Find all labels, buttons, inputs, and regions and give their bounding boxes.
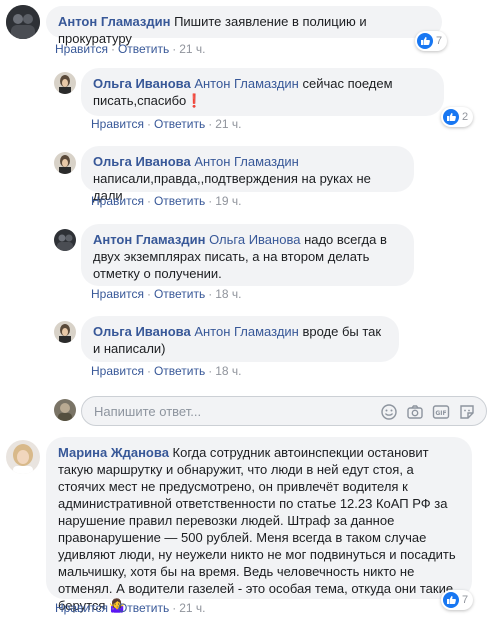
comment-actions: Нравится · Ответить · 21 ч. — [91, 117, 242, 131]
sticker-icon[interactable] — [458, 403, 476, 421]
comment-bubble: Антон Гламаздин Ольга Иванова надо всегд… — [81, 224, 414, 286]
gif-icon[interactable]: GIF — [432, 403, 450, 421]
comment-bubble: Ольга Иванова Антон Гламаздин сейчас пое… — [81, 68, 444, 116]
like-icon — [417, 33, 433, 49]
reply-link[interactable]: Ответить — [118, 601, 169, 615]
reply-link[interactable]: Ответить — [118, 42, 169, 56]
mention-link[interactable]: Антон Гламаздин — [194, 154, 299, 169]
timestamp[interactable]: 18 ч. — [215, 364, 241, 378]
timestamp[interactable]: 18 ч. — [215, 287, 241, 301]
avatar[interactable] — [6, 440, 40, 474]
like-link[interactable]: Нравится — [55, 42, 108, 56]
comment-bubble: Марина Жданова Когда сотрудник автоинспе… — [46, 437, 472, 613]
comment-author[interactable]: Ольга Иванова — [93, 76, 191, 91]
comment-author[interactable]: Антон Гламаздин — [93, 232, 205, 247]
camera-icon[interactable] — [406, 403, 424, 421]
avatar[interactable] — [6, 5, 40, 39]
svg-text:GIF: GIF — [435, 410, 446, 417]
reaction-number: 2 — [462, 111, 469, 123]
reaction-number: 7 — [462, 594, 469, 606]
mention-link[interactable]: Антон Гламаздин — [194, 76, 299, 91]
comment-bubble: Ольга Иванова Антон Гламаздин написали,п… — [81, 146, 414, 203]
like-link[interactable]: Нравится — [91, 194, 144, 208]
profile-photo-icon — [54, 321, 76, 343]
avatar[interactable] — [54, 152, 76, 174]
like-icon — [443, 109, 459, 125]
like-icon — [443, 592, 459, 608]
comment-actions: Нравится · Ответить · 18 ч. — [91, 364, 242, 378]
comment-bubble: Антон Гламаздин Пишите заявление в полиц… — [46, 6, 442, 46]
reply-input[interactable]: Напишите ответ... GIF — [81, 396, 487, 426]
comment-text: Когда сотрудник автоинспекции остановит … — [58, 445, 456, 613]
comment-author[interactable]: Марина Жданова — [58, 445, 169, 460]
like-link[interactable]: Нравится — [91, 364, 144, 378]
exclamation-emoji: ❗ — [186, 93, 203, 108]
reply-link[interactable]: Ответить — [154, 117, 205, 131]
mention-link[interactable]: Антон Гламаздин — [194, 324, 299, 339]
comment-author[interactable]: Ольга Иванова — [93, 154, 191, 169]
comment-actions: Нравится · Ответить · 18 ч. — [91, 287, 242, 301]
timestamp[interactable]: 19 ч. — [215, 194, 241, 208]
reaction-number: 7 — [436, 35, 443, 47]
comment-author[interactable]: Антон Гламаздин — [58, 14, 170, 29]
comment-actions: Нравится · Ответить · 19 ч. — [91, 194, 242, 208]
mention-link[interactable]: Ольга Иванова — [209, 232, 300, 247]
avatar[interactable] — [54, 72, 76, 94]
comment-bubble: Ольга Иванова Антон Гламаздин вроде бы т… — [81, 316, 399, 362]
reaction-count[interactable]: 7 — [441, 590, 474, 610]
reply-link[interactable]: Ответить — [154, 287, 205, 301]
reply-placeholder: Напишите ответ... — [94, 404, 202, 419]
reaction-count[interactable]: 7 — [415, 31, 448, 51]
avatar[interactable] — [54, 229, 76, 251]
comment-author[interactable]: Ольга Иванова — [93, 324, 191, 339]
profile-photo-icon — [54, 399, 76, 421]
avatar — [54, 399, 76, 421]
comment-actions: Нравится · Ответить · 21 ч. — [55, 601, 206, 615]
like-link[interactable]: Нравится — [55, 601, 108, 615]
reply-link[interactable]: Ответить — [154, 194, 205, 208]
reaction-count[interactable]: 2 — [441, 107, 474, 127]
profile-photo-icon — [6, 440, 40, 474]
reply-link[interactable]: Ответить — [154, 364, 205, 378]
like-link[interactable]: Нравится — [91, 117, 144, 131]
like-link[interactable]: Нравится — [91, 287, 144, 301]
emoji-icon[interactable] — [380, 403, 398, 421]
timestamp[interactable]: 21 ч. — [179, 601, 205, 615]
timestamp[interactable]: 21 ч. — [215, 117, 241, 131]
comment-actions: Нравится · Ответить · 21 ч. — [55, 42, 206, 56]
profile-photo-icon — [54, 229, 76, 251]
profile-photo-icon — [6, 5, 40, 39]
timestamp[interactable]: 21 ч. — [179, 42, 205, 56]
avatar[interactable] — [54, 321, 76, 343]
profile-photo-icon — [54, 72, 76, 94]
profile-photo-icon — [54, 152, 76, 174]
